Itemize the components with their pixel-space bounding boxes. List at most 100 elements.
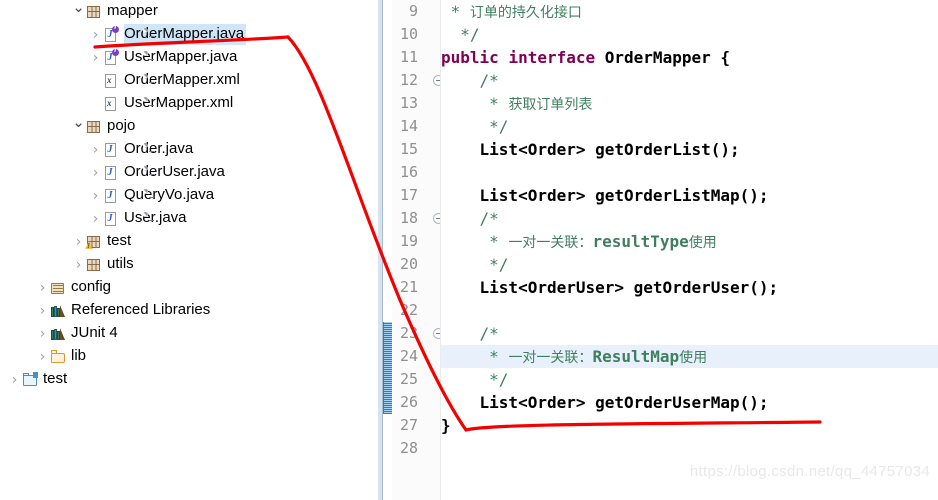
tree-item-ordermapper-java[interactable]: ›JOrderMapper.java xyxy=(0,23,378,46)
line-number: 14 xyxy=(399,117,418,135)
code-line[interactable]: List<Order> getOrderUserMap(); xyxy=(441,391,769,414)
tree-item-orderuser-java[interactable]: › J OrderUser.java xyxy=(0,161,378,184)
line-number: 16 xyxy=(399,163,418,181)
code-line[interactable]: * 订单的持久化接口 xyxy=(441,0,582,23)
line-number: 12 xyxy=(399,71,418,89)
tree-item-user-java[interactable]: › J User.java xyxy=(0,207,378,230)
xml-file-icon: x xyxy=(102,72,154,90)
chevron-right-icon[interactable]: › xyxy=(89,51,102,65)
code-line[interactable]: */ xyxy=(441,115,508,138)
code-line[interactable]: /* xyxy=(441,207,499,230)
code-line[interactable]: } xyxy=(441,414,451,437)
tree-item-usermapper-java[interactable]: ›JUserMapper.java xyxy=(0,46,378,69)
library-icon xyxy=(49,325,67,343)
code-token: public xyxy=(441,48,509,67)
tree-item-lib[interactable]: › lib xyxy=(0,345,378,368)
tree-item-test[interactable]: › test xyxy=(0,368,378,391)
line-number: 18 xyxy=(399,209,418,227)
java-interface-icon: J xyxy=(102,47,154,67)
chevron-right-icon[interactable]: › xyxy=(36,281,49,295)
chevron-right-icon[interactable]: › xyxy=(89,28,102,42)
code-line[interactable]: * 一对一关联：resultType使用 xyxy=(441,230,717,253)
chevron-right-icon[interactable]: › xyxy=(36,350,49,364)
tree-item-junit-4[interactable]: › JUnit 4 xyxy=(0,322,378,345)
package-icon xyxy=(85,3,103,21)
code-token: * xyxy=(441,347,509,366)
code-line[interactable]: /* xyxy=(441,69,499,92)
package-warning-icon xyxy=(85,233,103,251)
change-bar[interactable] xyxy=(383,0,394,500)
tree-item-queryvo-java[interactable]: › J QueryVo.java xyxy=(0,184,378,207)
line-number: 23 xyxy=(399,324,418,342)
tree-item-label: mapper xyxy=(107,2,158,19)
tree-item-label: lib xyxy=(71,347,87,364)
chevron-right-icon[interactable]: › xyxy=(89,189,102,203)
tree-item-mapper[interactable]: ⌄ mapper xyxy=(0,0,378,23)
line-number: 26 xyxy=(399,393,418,411)
tree-item-label: OrderUser.java xyxy=(124,163,225,180)
code-line[interactable]: /* xyxy=(441,322,499,345)
line-number-gutter[interactable]: 9 10 11 12 13 14 15 16 17 18 19 20 21 22 23 24 25 26 27 28 xyxy=(392,0,444,500)
code-line[interactable]: */ xyxy=(441,368,508,391)
code-line[interactable]: * 获取订单列表 xyxy=(441,92,592,115)
tree-item-order-java[interactable]: › J Order.java xyxy=(0,138,378,161)
tree-item-ordermapper-xml[interactable]: x OrderMapper.xml xyxy=(0,69,378,92)
tree-item-label: UserMapper.java xyxy=(124,48,238,65)
tree-item-label: utils xyxy=(107,255,134,272)
chevron-right-icon[interactable]: › xyxy=(89,166,102,180)
tree-item-utils[interactable]: › utils xyxy=(0,253,378,276)
chevron-right-icon[interactable]: › xyxy=(72,235,85,249)
code-token: * xyxy=(441,94,509,113)
tree-item-pojo[interactable]: ⌄ pojo xyxy=(0,115,378,138)
line-number: 28 xyxy=(399,439,418,457)
code-token: */ xyxy=(441,25,480,44)
tree-item-config[interactable]: › config xyxy=(0,276,378,299)
code-line[interactable]: List<OrderUser> getOrderUser(); xyxy=(441,276,779,299)
chevron-down-icon[interactable]: ⌄ xyxy=(72,0,85,15)
code-token: */ xyxy=(441,370,509,389)
code-token: */ xyxy=(441,255,509,274)
watermark-text: https://blog.csdn.net/qq_44757034 xyxy=(689,463,930,480)
code-line[interactable]: */ xyxy=(441,253,508,276)
code-line[interactable]: List<Order> getOrderList(); xyxy=(441,138,740,161)
tree-item-test[interactable]: › test xyxy=(0,230,378,253)
code-token: 订单的持久化接口 xyxy=(469,5,582,21)
code-line[interactable]: public interface OrderMapper { xyxy=(441,46,730,69)
tree-item-referenced-libraries[interactable]: › Referenced Libraries xyxy=(0,299,378,322)
code-token: * xyxy=(441,232,509,251)
chevron-right-icon[interactable]: › xyxy=(36,304,49,318)
code-token: List<Order> getOrderList(); xyxy=(441,140,740,159)
code-token: * xyxy=(441,2,470,21)
tree-item-label: Order.java xyxy=(124,140,194,157)
chevron-right-icon[interactable]: › xyxy=(36,327,49,341)
code-line[interactable]: */ xyxy=(441,23,480,46)
code-text-area[interactable]: * 订单的持久化接口 */ public interface OrderMappe… xyxy=(441,0,938,500)
chevron-down-icon[interactable]: ⌄ xyxy=(72,115,85,130)
project-folder-icon xyxy=(21,371,39,389)
chevron-right-icon[interactable]: › xyxy=(8,373,21,387)
code-token: /* xyxy=(441,324,499,343)
source-folder-icon xyxy=(49,279,67,297)
tree-item-label: Referenced Libraries xyxy=(71,301,211,318)
line-number: 25 xyxy=(399,370,418,388)
screenshot-root: ⌄mapper›JOrderMapper.java›JUserMapper.ja… xyxy=(0,0,938,500)
folder-icon xyxy=(49,348,67,366)
code-line[interactable]: * 一对一关联：ResultMap使用 xyxy=(441,345,707,368)
java-interface-icon: J xyxy=(102,24,154,44)
java-class-icon: J xyxy=(102,164,154,182)
tree-item-label: OrderMapper.xml xyxy=(124,71,240,88)
chevron-right-icon[interactable]: › xyxy=(89,212,102,226)
xml-file-icon: x xyxy=(102,95,154,113)
line-number: 13 xyxy=(399,94,418,112)
code-line[interactable]: List<Order> getOrderListMap(); xyxy=(441,184,769,207)
line-number: 21 xyxy=(399,278,418,296)
package-icon xyxy=(85,256,103,274)
tree-item-label: User.java xyxy=(124,209,187,226)
chevron-right-icon[interactable]: › xyxy=(89,143,102,157)
tree-item-usermapper-xml[interactable]: x UserMapper.xml xyxy=(0,92,378,115)
package-explorer-panel: ⌄mapper›JOrderMapper.java›JUserMapper.ja… xyxy=(0,0,378,500)
code-token: } xyxy=(441,416,451,435)
chevron-right-icon[interactable]: › xyxy=(72,258,85,272)
code-token: 使用 xyxy=(688,235,717,251)
line-number: 27 xyxy=(399,416,418,434)
